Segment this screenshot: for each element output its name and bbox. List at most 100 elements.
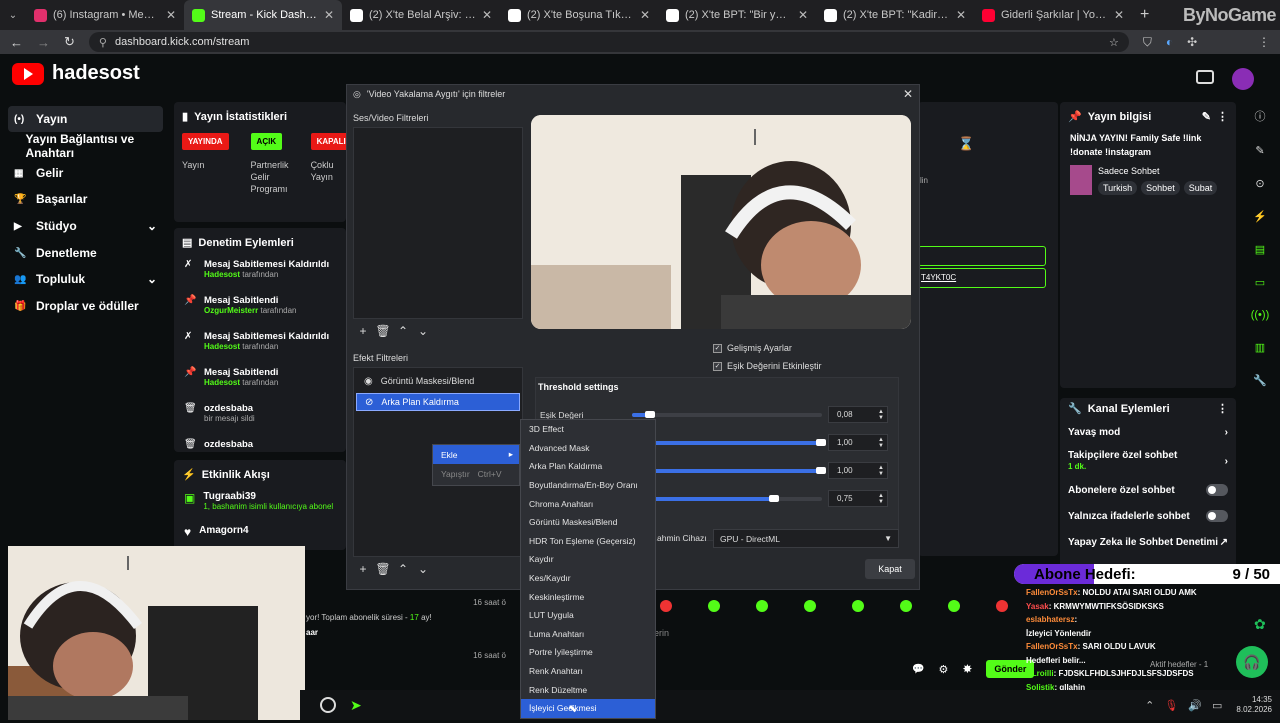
sidebar-item[interactable]: 🔧 Denetleme [8,240,163,266]
emote-icon[interactable] [852,600,864,612]
emote-icon[interactable] [660,600,672,612]
layout-icon[interactable]: ▥ [1255,341,1265,354]
emotes-only-toggle[interactable] [1206,510,1228,522]
info-icon[interactable]: ⓘ [1255,108,1266,124]
submenu-item[interactable]: HDR Ton Eşleme (Geçersiz) [521,532,655,551]
close-tab-icon[interactable]: ✕ [956,8,966,22]
chat-icon[interactable]: 💬 [912,664,924,675]
spin-arrows-icon[interactable]: ▲ ▼ [878,437,884,449]
spin-arrows-icon[interactable]: ▲ ▼ [878,465,884,477]
close-tab-icon[interactable]: ✕ [1114,8,1124,22]
ai-moderation-row[interactable]: Yapay Zeka ile Sohbet Denetimi ↗ [1068,529,1228,555]
emote-icon[interactable] [804,600,816,612]
close-tab-icon[interactable]: ✕ [166,8,176,22]
bolt-icon[interactable]: ⚡ [1253,210,1267,223]
tag[interactable]: Turkish [1098,180,1138,195]
openai-icon[interactable]: ✿ [1254,616,1266,633]
slider-track[interactable] [632,497,822,501]
slider-handle[interactable] [816,439,826,446]
arrow-down-icon[interactable]: ⌄ [415,323,431,339]
subscribers-only-row[interactable]: Abonelere özel sohbet [1068,477,1228,503]
pen-icon[interactable]: ✎ [1255,144,1264,157]
emote-icon[interactable] [900,600,912,612]
reload-icon[interactable]: ↻ [64,34,75,50]
submenu-item[interactable]: İşleyici Gecikmesi [521,698,655,718]
slider-track[interactable] [632,469,822,473]
sidebar-item[interactable]: ▶ Stüdyo ⌄ [8,213,163,239]
submenu-item[interactable]: Boyutlandırma/En-Boy Oranı [521,476,655,495]
submenu-item[interactable]: Arka Plan Kaldırma [521,457,655,476]
effect-filter-item[interactable]: ◉ Görüntü Maskesi/Blend [356,372,520,390]
menu-item-paste[interactable]: Yapıştır Ctrl+V [433,464,519,483]
sidebar-item[interactable]: ▦ Gelir [8,160,163,186]
target-icon[interactable]: ⊙ [1255,177,1264,190]
new-tab-button[interactable]: + [1132,6,1157,24]
more-icon[interactable]: ⋮ [1217,402,1228,415]
submenu-item[interactable]: Luma Anahtarı [521,625,655,644]
enable-threshold-checkbox[interactable]: ✓ Eşik Değerini Etkinleştir [713,361,822,371]
submenu-item[interactable]: Keskinleştirme [521,587,655,606]
close-tab-icon[interactable]: ✕ [640,8,650,22]
sidebar-item[interactable]: (•) Yayın [8,106,163,132]
add-icon[interactable]: + [355,561,371,577]
slider-handle[interactable] [769,495,779,502]
slider-handle[interactable] [645,411,655,418]
trash-icon[interactable]: 🗑 [375,561,391,577]
arrow-up-icon[interactable]: ⌃ [395,323,411,339]
chat-input[interactable]: erin [654,628,669,638]
menu-dots-icon[interactable]: ⋮ [1258,35,1270,49]
device-select[interactable]: GPU - DirectML ▼ [713,529,899,548]
back-icon[interactable]: ← [10,35,23,50]
spin-arrows-icon[interactable]: ▲ ▼ [878,409,884,421]
value-spinbox[interactable]: 1,00 ▲ ▼ [828,434,888,451]
threshold-slider[interactable]: 0,08 ▲ ▼ [632,406,902,424]
arrow-up-icon[interactable]: ⌃ [395,561,411,577]
browser-tab[interactable]: (6) Instagram • Mesajlar ✕ [26,0,184,30]
browser-tab[interactable]: (2) X'te Boşuna Tıklama: "Ağır ✕ [500,0,658,30]
sidebar-item[interactable]: Yayın Bağlantısı ve Anahtarı [8,132,163,160]
slider-track[interactable] [632,413,822,417]
effect-filter-item[interactable]: ⊘ Arka Plan Kaldırma [356,393,520,411]
tag[interactable]: Subat [1183,180,1218,195]
trash-icon[interactable]: 🗑 [375,323,391,339]
close-icon[interactable]: ✕ [903,87,913,101]
browser-tab[interactable]: (2) X'te BPT: "Kadir Şeker, uzun ✕ [816,0,974,30]
submenu-item[interactable]: 3D Effect [521,420,655,439]
extension-icon[interactable]: ◐ [1166,35,1173,49]
preview-icon[interactable] [1196,70,1214,84]
arrow-down-icon[interactable]: ⌄ [415,561,431,577]
threshold-slider[interactable]: 1,00 ▲ ▼ [632,462,902,480]
obs-icon[interactable] [320,697,336,713]
value-spinbox[interactable]: 0,08 ▲ ▼ [828,406,888,423]
value-spinbox[interactable]: 0,75 ▲ ▼ [828,490,888,507]
emote-icon[interactable] [996,600,1008,612]
value-spinbox[interactable]: 1,00 ▲ ▼ [828,462,888,479]
emotes-only-row[interactable]: Yalnızca ifadelerle sohbet [1068,503,1228,529]
spin-arrows-icon[interactable]: ▲ ▼ [878,493,884,505]
sidebar-item[interactable]: 👥 Topluluk ⌄ [8,266,163,292]
chevron-down-icon[interactable]: ⌄ [147,219,157,233]
submenu-item[interactable]: Advanced Mask [521,439,655,458]
url-field[interactable]: ⚲ dashboard.kick.com/stream ☆ [88,32,1129,52]
emote-icon[interactable]: ✸ [962,662,972,676]
submenu-item[interactable]: Chroma Anahtarı [521,494,655,513]
slider-track[interactable] [632,441,822,445]
menu-item-add[interactable]: Ekle ▸ [433,445,519,464]
wrench-icon[interactable]: 🔧 [1253,374,1267,387]
radio-icon[interactable]: ((•)) [1251,309,1270,321]
stream-url-box[interactable] [918,246,1046,266]
gear-icon[interactable]: ⚙ [938,663,948,676]
close-button[interactable]: Kapat [865,559,915,579]
close-tab-icon[interactable]: ✕ [324,8,334,22]
submenu-item[interactable]: Portre İyileştirme [521,643,655,662]
submenu-item[interactable]: Renk Anahtarı [521,662,655,681]
bookmark-star-icon[interactable]: ☆ [1109,36,1119,49]
emote-icon[interactable] [708,600,720,612]
site-info-icon[interactable]: ⚲ [99,36,107,49]
channel-logo[interactable]: hadesost [12,62,140,85]
browser-tab[interactable]: Giderli Şarkılar | YouTube M ✕ [974,0,1132,30]
shield-icon[interactable]: ⛉ [1143,35,1152,50]
tab-search-icon[interactable]: ⌄ [0,5,26,25]
followers-only-row[interactable]: Takipçilere özel sohbet 1 dk. › [1068,445,1228,477]
clipboard-icon[interactable]: ▤ [1255,243,1265,256]
